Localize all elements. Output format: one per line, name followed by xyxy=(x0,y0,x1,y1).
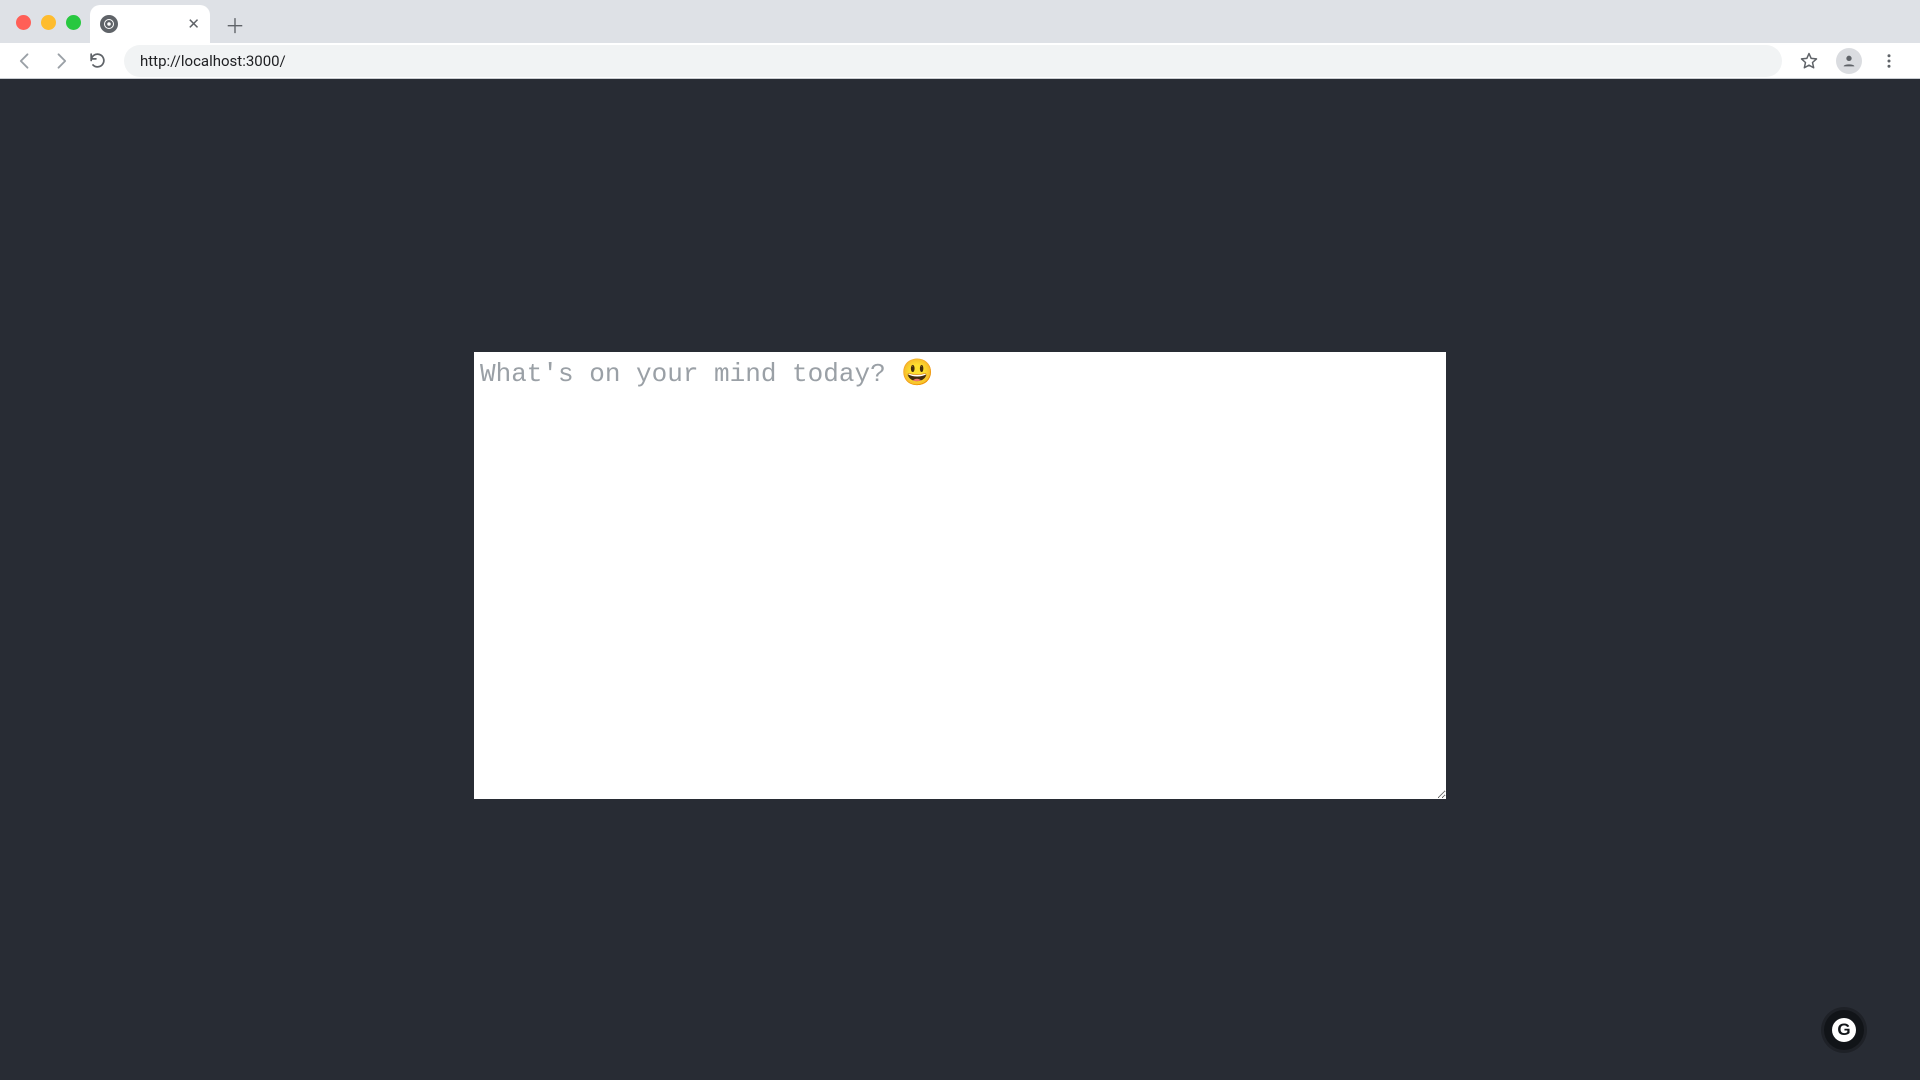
kebab-menu-button[interactable] xyxy=(1874,46,1904,76)
grammarly-g-icon: G xyxy=(1832,1018,1856,1042)
window-minimize-button[interactable] xyxy=(41,15,56,30)
forward-button[interactable] xyxy=(46,46,76,76)
composer-textarea[interactable] xyxy=(474,352,1446,799)
page-viewport: G xyxy=(0,79,1920,1080)
toolbar-right xyxy=(1794,46,1910,76)
tab-favicon-icon xyxy=(100,15,118,33)
address-bar[interactable]: http://localhost:3000/ xyxy=(124,45,1782,77)
avatar-icon xyxy=(1836,48,1862,74)
bookmark-star-icon[interactable] xyxy=(1794,46,1824,76)
new-tab-button[interactable]: ＋ xyxy=(220,9,250,39)
back-button[interactable] xyxy=(10,46,40,76)
profile-avatar-button[interactable] xyxy=(1834,46,1864,76)
window-close-button[interactable] xyxy=(16,15,31,30)
browser-toolbar: http://localhost:3000/ xyxy=(0,43,1920,78)
grammarly-widget-button[interactable]: G xyxy=(1824,1010,1864,1050)
reload-button[interactable] xyxy=(82,46,112,76)
window-controls xyxy=(16,15,81,30)
browser-tab[interactable]: ✕ xyxy=(90,5,210,43)
address-bar-url: http://localhost:3000/ xyxy=(140,52,286,70)
tab-strip: ✕ ＋ xyxy=(0,0,1920,43)
window-maximize-button[interactable] xyxy=(66,15,81,30)
browser-chrome: ✕ ＋ http://localhost:3000/ xyxy=(0,0,1920,79)
tab-close-button[interactable]: ✕ xyxy=(187,17,200,32)
